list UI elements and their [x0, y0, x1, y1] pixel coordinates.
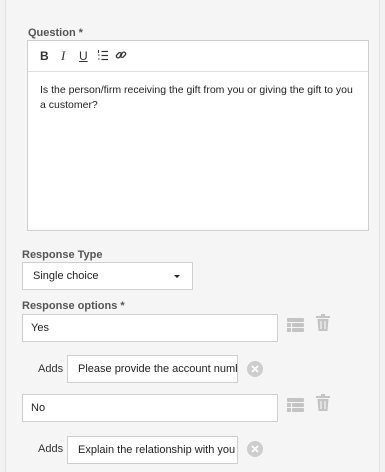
adds-input[interactable]: Please provide the account number	[67, 355, 238, 383]
trash-icon[interactable]	[316, 394, 330, 416]
question-label: Question *	[28, 27, 83, 39]
adds-label: Adds	[38, 363, 64, 375]
response-options-label: Response options *	[22, 300, 125, 312]
bold-button[interactable]: B	[40, 48, 49, 64]
required-mark: *	[78, 27, 83, 39]
branch-icon[interactable]	[287, 398, 304, 417]
editor-toolbar: B I U	[28, 41, 368, 72]
response-type-label: Response Type	[22, 249, 103, 261]
underline-button[interactable]: U	[79, 48, 88, 64]
option-value: No	[31, 402, 46, 414]
adds-label: Adds	[38, 443, 64, 455]
branch-icon[interactable]	[287, 318, 304, 337]
adds-value: Please provide the account number	[78, 363, 238, 375]
question-label-text: Question	[28, 27, 76, 39]
option-value: Yes	[31, 322, 49, 334]
adds-input[interactable]: Explain the relationship with you	[67, 436, 238, 464]
response-options-label-text: Response options	[22, 300, 118, 312]
question-text: Is the person/firm receiving the gift fr…	[40, 84, 353, 111]
clear-icon[interactable]	[247, 361, 263, 382]
option-input[interactable]: Yes	[22, 314, 278, 342]
caret-down-icon	[174, 275, 180, 278]
question-form-panel: Question * B I U Is the person/firm rece…	[5, 0, 380, 472]
question-editor[interactable]: B I U Is the person/firm receiving the g…	[27, 40, 369, 231]
trash-icon[interactable]	[316, 314, 330, 336]
response-type-select[interactable]: Single choice	[22, 262, 193, 290]
italic-button[interactable]: I	[61, 48, 65, 64]
required-mark: *	[120, 300, 125, 312]
clear-icon[interactable]	[247, 441, 263, 462]
numbered-list-icon[interactable]	[97, 49, 109, 66]
adds-value: Explain the relationship with you	[78, 444, 236, 456]
response-type-value: Single choice	[33, 270, 99, 282]
option-input[interactable]: No	[22, 394, 278, 422]
link-icon[interactable]	[115, 49, 127, 65]
